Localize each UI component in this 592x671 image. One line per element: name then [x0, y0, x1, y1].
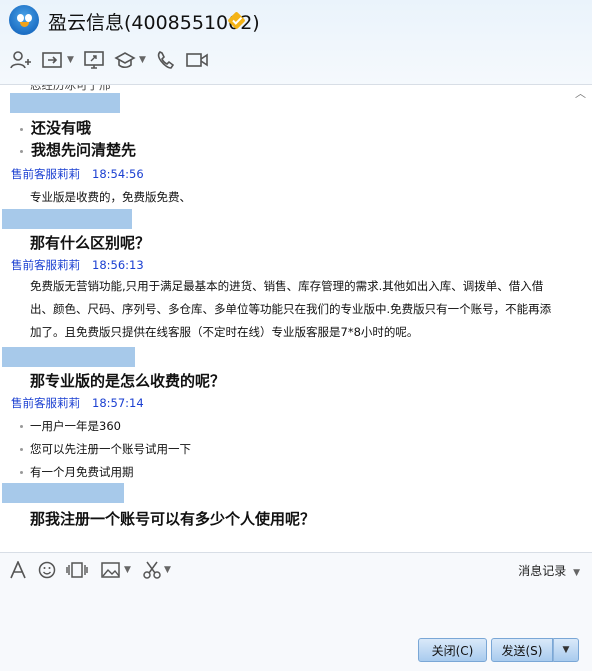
title-bar: 盈云信息(4008551002) — [0, 0, 592, 42]
close-button[interactable]: 关闭(C) — [418, 638, 487, 662]
apps-dropdown-icon: ▼ — [139, 55, 146, 65]
add-contact-button[interactable] — [10, 46, 32, 74]
agent-sender[interactable]: 售前客服莉莉 18:57:14 — [11, 395, 144, 411]
add-contact-icon — [10, 51, 31, 69]
redacted-user-name — [2, 209, 132, 229]
apps-icon — [114, 52, 136, 69]
screen-share-icon — [84, 51, 104, 69]
video-camera-icon — [186, 53, 208, 67]
image-button[interactable]: ▼ — [101, 559, 131, 581]
user-message-text: 那专业版的是怎么收费的呢？ — [30, 372, 226, 390]
history-dropdown-icon: ▼ — [573, 568, 580, 578]
message-time: 18:57:14 — [92, 396, 144, 410]
scroll-up-icon[interactable]: ︿ — [575, 85, 586, 101]
vibrate-icon — [66, 562, 88, 578]
scissors-icon — [143, 561, 161, 579]
send-button[interactable]: 发送(S) — [491, 638, 553, 662]
share-file-button[interactable]: ▼ — [42, 46, 74, 74]
redacted-user-name — [2, 483, 124, 503]
share-file-icon — [42, 52, 62, 68]
font-icon — [10, 561, 26, 579]
user-message-text: 那我注册一个账号可以有多少个人使用呢？ — [30, 510, 316, 528]
message-time: 18:54:56 — [92, 167, 144, 181]
video-call-button[interactable] — [186, 46, 210, 74]
agent-message-paragraph: 免费版无营销功能,只用于满足最基本的进货、销售、库存管理的需求.其他如出入库、调… — [30, 279, 552, 339]
screen-share-button[interactable] — [84, 46, 106, 74]
share-file-dropdown-icon: ▼ — [67, 55, 74, 65]
redacted-user-name — [2, 347, 135, 367]
screenshot-button[interactable]: ▼ — [143, 559, 171, 581]
chat-window: 盈云信息(4008551002) ▼ ▼ ︿ 忍经历冰可了邢 还没有哦 我想先问… — [0, 0, 592, 671]
agent-message-line: 您可以先注册一个账号试用一下 — [20, 441, 191, 457]
user-message-text: 那有什么区别呢？ — [30, 234, 151, 252]
screenshot-dropdown-icon: ▼ — [164, 565, 171, 575]
agent-sender[interactable]: 售前客服莉莉 18:54:56 — [11, 166, 144, 182]
font-button[interactable] — [9, 559, 27, 581]
agent-message-line: 一用户一年是360 — [20, 418, 121, 434]
message-history-button[interactable]: 消息记录 ▼ — [518, 562, 580, 579]
emoji-button[interactable] — [38, 559, 56, 581]
emoji-icon — [38, 561, 56, 579]
agent-message-line: 有一个月免费试用期 — [20, 464, 134, 480]
voice-call-button[interactable] — [156, 46, 176, 74]
message-history[interactable]: ︿ 忍经历冰可了邢 还没有哦 我想先问清楚先 售前客服莉莉 18:54:56 专业… — [0, 84, 592, 553]
phone-icon — [157, 51, 175, 69]
redacted-user-name — [10, 93, 120, 113]
clipped-message-text: 忍经历冰可了邢 — [30, 84, 111, 92]
send-options-dropdown-icon: ▼ — [562, 645, 570, 655]
user-message-line: 我想先问清楚先 — [20, 139, 136, 160]
penguin-logo-icon — [9, 5, 39, 35]
message-composer: ▼ ▼ 消息记录 ▼ 关闭(C) 发送(S) ▼ — [0, 552, 592, 671]
user-message-line: 还没有哦 — [20, 117, 91, 138]
message-time: 18:56:13 — [92, 258, 144, 272]
agent-sender[interactable]: 售前客服莉莉 18:56:13 — [11, 257, 144, 273]
vibrate-button[interactable] — [66, 559, 88, 581]
apps-button[interactable]: ▼ — [114, 46, 146, 74]
image-dropdown-icon: ▼ — [124, 565, 131, 575]
image-icon — [101, 562, 120, 578]
send-options-button[interactable]: ▼ — [553, 638, 579, 662]
agent-message-text: 专业版是收费的，免费版免费、 — [30, 190, 191, 204]
top-toolbar: ▼ ▼ — [0, 46, 592, 76]
